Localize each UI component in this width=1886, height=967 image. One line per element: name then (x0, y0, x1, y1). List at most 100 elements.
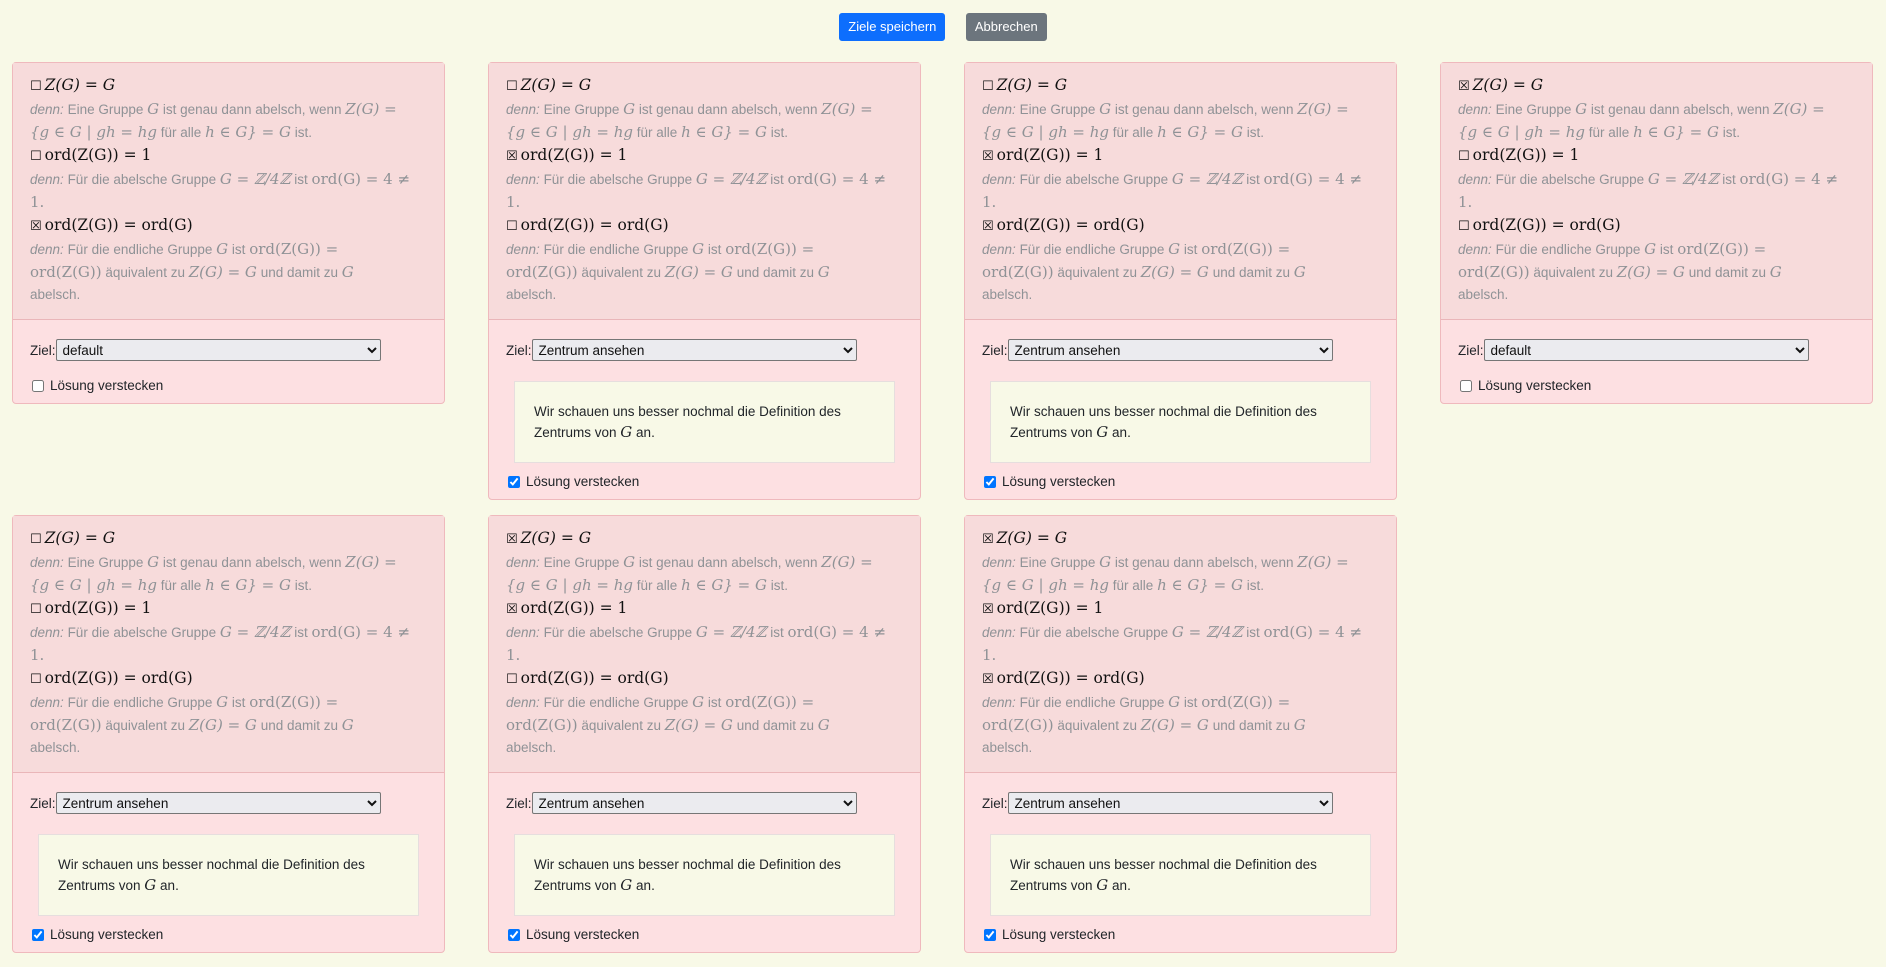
goal-row: Ziel: defaultZentrum ansehen (506, 338, 903, 362)
reason-1: denn: Eine Gruppe G ist genau dann abels… (1458, 100, 1825, 141)
hide-solution-label: Lösung verstecken (50, 378, 164, 393)
goal-select[interactable]: defaultZentrum ansehen (55, 339, 381, 361)
checkbox-mark-1: ☒ (506, 532, 518, 547)
hide-solution-toggle[interactable]: Lösung verstecken (506, 927, 903, 942)
reason-3: denn: Für die endliche Gruppe G ist ord(… (30, 240, 354, 302)
hide-solution-toggle[interactable]: Lösung verstecken (30, 927, 427, 942)
reason-1: denn: Eine Gruppe G ist genau dann abels… (982, 553, 1349, 594)
checkbox-mark-1: ☐ (30, 79, 42, 94)
goal-row: Ziel: defaultZentrum ansehen (982, 338, 1379, 362)
answer-card-4: ☒ Z(G) = G denn: Eine Gruppe G ist genau … (1440, 62, 1873, 404)
goal-label: Ziel: (30, 342, 56, 358)
card-controls: Ziel: defaultZentrum ansehen Wir schauen… (965, 320, 1396, 499)
hint-box: Wir schauen uns besser nochmal die Defin… (514, 381, 895, 463)
hide-solution-checkbox[interactable] (32, 379, 44, 392)
goal-row: Ziel: defaultZentrum ansehen (506, 791, 903, 815)
reason-3: denn: Für die endliche Gruppe G ist ord(… (1458, 240, 1782, 302)
goal-select[interactable]: defaultZentrum ansehen (1007, 792, 1333, 814)
hide-solution-toggle[interactable]: Lösung verstecken (1458, 378, 1855, 393)
claim-3: ☒ ord(Z(G)) = ord(G) (982, 669, 1145, 687)
hide-solution-label: Lösung verstecken (1002, 474, 1116, 489)
goal-row: Ziel: defaultZentrum ansehen (30, 791, 427, 815)
checkbox-mark-3: ☐ (506, 219, 518, 234)
claim-2: ☒ ord(Z(G)) = 1 (982, 146, 1104, 164)
checkbox-mark-2: ☐ (30, 602, 42, 617)
goal-label: Ziel: (1458, 342, 1484, 358)
claim-1: ☐ Z(G) = G (30, 529, 116, 547)
reason-1: denn: Eine Gruppe G ist genau dann abels… (30, 553, 397, 594)
checkbox-mark-1: ☐ (506, 79, 518, 94)
card-claims: ☒ Z(G) = G denn: Eine Gruppe G ist genau … (965, 516, 1396, 773)
checkbox-mark-2: ☐ (1458, 149, 1470, 164)
goal-label: Ziel: (30, 795, 56, 811)
card-claims: ☒ Z(G) = G denn: Eine Gruppe G ist genau … (489, 516, 920, 773)
hide-solution-label: Lösung verstecken (1002, 927, 1116, 942)
hint-box: Wir schauen uns besser nochmal die Defin… (990, 834, 1371, 916)
hint-box: Wir schauen uns besser nochmal die Defin… (38, 834, 419, 916)
goal-select[interactable]: defaultZentrum ansehen (55, 792, 381, 814)
reason-3: denn: Für die endliche Gruppe G ist ord(… (30, 693, 354, 755)
checkbox-mark-3: ☒ (982, 672, 994, 687)
goal-select[interactable]: defaultZentrum ansehen (531, 792, 857, 814)
goal-select[interactable]: defaultZentrum ansehen (1007, 339, 1333, 361)
card-claims: ☐ Z(G) = G denn: Eine Gruppe G ist genau … (13, 516, 444, 773)
claim-2: ☒ ord(Z(G)) = 1 (506, 146, 628, 164)
hide-solution-toggle[interactable]: Lösung verstecken (30, 378, 427, 393)
reason-2: denn: Für die abelsche Gruppe G = ℤ/4ℤ i… (30, 170, 411, 211)
reason-3: denn: Für die endliche Gruppe G ist ord(… (506, 693, 830, 755)
hide-solution-checkbox[interactable] (508, 475, 520, 488)
claim-3: ☒ ord(Z(G)) = ord(G) (30, 216, 193, 234)
goal-label: Ziel: (982, 342, 1008, 358)
hint-box: Wir schauen uns besser nochmal die Defin… (990, 381, 1371, 463)
answer-card-5: ☐ Z(G) = G denn: Eine Gruppe G ist genau … (12, 515, 445, 953)
hide-solution-checkbox[interactable] (32, 928, 44, 941)
reason-2: denn: Für die abelsche Gruppe G = ℤ/4ℤ i… (982, 170, 1363, 211)
checkbox-mark-3: ☒ (30, 219, 42, 234)
reason-3: denn: Für die endliche Gruppe G ist ord(… (982, 693, 1306, 755)
hide-solution-checkbox[interactable] (508, 928, 520, 941)
hide-solution-toggle[interactable]: Lösung verstecken (506, 474, 903, 489)
claim-2: ☐ ord(Z(G)) = 1 (1458, 146, 1580, 164)
checkbox-mark-3: ☐ (506, 672, 518, 687)
checkbox-mark-3: ☐ (30, 672, 42, 687)
reason-3: denn: Für die endliche Gruppe G ist ord(… (506, 240, 830, 302)
cancel-button[interactable]: Abbrechen (965, 13, 1047, 41)
claim-1: ☒ Z(G) = G (1458, 76, 1544, 94)
hide-solution-label: Lösung verstecken (1478, 378, 1592, 393)
answer-card-2: ☐ Z(G) = G denn: Eine Gruppe G ist genau … (488, 62, 921, 500)
answer-card-6: ☒ Z(G) = G denn: Eine Gruppe G ist genau … (488, 515, 921, 953)
reason-2: denn: Für die abelsche Gruppe G = ℤ/4ℤ i… (1458, 170, 1839, 211)
checkbox-mark-1: ☒ (982, 532, 994, 547)
reason-3: denn: Für die endliche Gruppe G ist ord(… (982, 240, 1306, 302)
card-controls: Ziel: defaultZentrum ansehen Wir schauen… (489, 320, 920, 499)
checkbox-mark-1: ☐ (30, 532, 42, 547)
claim-3: ☐ ord(Z(G)) = ord(G) (30, 669, 193, 687)
claim-3: ☐ ord(Z(G)) = ord(G) (1458, 216, 1621, 234)
hint-box: Wir schauen uns besser nochmal die Defin… (514, 834, 895, 916)
checkbox-mark-3: ☐ (1458, 219, 1470, 234)
save-goals-button[interactable]: Ziele speichern (839, 13, 946, 41)
reason-1: denn: Eine Gruppe G ist genau dann abels… (30, 100, 397, 141)
answer-card-1: ☐ Z(G) = G denn: Eine Gruppe G ist genau … (12, 62, 445, 404)
checkbox-mark-2: ☒ (982, 149, 994, 164)
card-controls: Ziel: defaultZentrum ansehen Wir schauen… (965, 773, 1396, 952)
card-claims: ☐ Z(G) = G denn: Eine Gruppe G ist genau … (965, 63, 1396, 320)
claim-2: ☒ ord(Z(G)) = 1 (506, 599, 628, 617)
claim-2: ☒ ord(Z(G)) = 1 (982, 599, 1104, 617)
checkbox-mark-1: ☐ (982, 79, 994, 94)
hide-solution-checkbox[interactable] (984, 928, 996, 941)
hide-solution-label: Lösung verstecken (526, 927, 640, 942)
hide-solution-checkbox[interactable] (984, 475, 996, 488)
card-controls: Ziel: defaultZentrum ansehen Wir schauen… (489, 773, 920, 952)
toolbar: Ziele speichern Abbrechen (0, 13, 1886, 41)
goal-label: Ziel: (506, 795, 532, 811)
checkbox-mark-3: ☒ (982, 219, 994, 234)
goal-select[interactable]: defaultZentrum ansehen (531, 339, 857, 361)
checkbox-mark-2: ☒ (506, 602, 518, 617)
hide-solution-toggle[interactable]: Lösung verstecken (982, 474, 1379, 489)
hide-solution-checkbox[interactable] (1460, 379, 1472, 392)
hide-solution-toggle[interactable]: Lösung verstecken (982, 927, 1379, 942)
goal-select[interactable]: defaultZentrum ansehen (1483, 339, 1809, 361)
reason-2: denn: Für die abelsche Gruppe G = ℤ/4ℤ i… (506, 623, 887, 664)
card-claims: ☐ Z(G) = G denn: Eine Gruppe G ist genau … (13, 63, 444, 320)
